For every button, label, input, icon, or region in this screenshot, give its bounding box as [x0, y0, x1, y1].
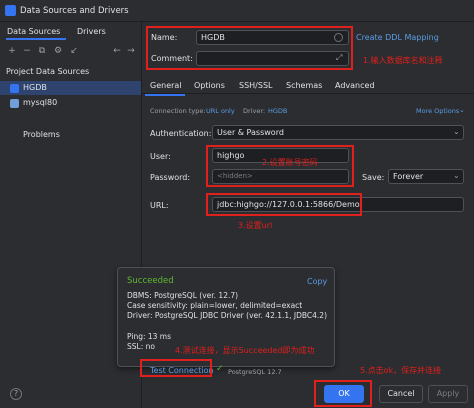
succeeded-status: Succeeded: [127, 276, 174, 286]
chevron-down-icon: ⌄: [453, 171, 460, 180]
authentication-value: User & Password: [217, 128, 284, 137]
driver-label: Driver:: [243, 107, 266, 115]
database-icon: [10, 99, 19, 108]
annotation-box-test: [140, 359, 212, 377]
popup-ping: Ping: 13 ms: [127, 332, 172, 341]
tab-data-sources[interactable]: Data Sources: [7, 27, 60, 36]
authentication-label: Authentication:: [150, 129, 212, 138]
apply-button[interactable]: Apply: [428, 385, 468, 403]
add-icon[interactable]: +: [7, 46, 17, 56]
tab-options[interactable]: Options: [194, 81, 225, 90]
data-source-label: mysql80: [23, 98, 58, 107]
save-value: Forever: [393, 172, 424, 181]
tab-schemas[interactable]: Schemas: [286, 81, 322, 90]
driver-value[interactable]: HGDB: [268, 107, 287, 115]
annotation-box-url: [206, 193, 362, 216]
app-icon: [5, 5, 16, 16]
back-icon[interactable]: ←: [112, 46, 122, 56]
import-icon[interactable]: ↙: [69, 46, 79, 56]
save-label: Save:: [362, 173, 385, 182]
user-label: User:: [150, 152, 171, 161]
active-tab-indicator: [145, 94, 185, 96]
copy-link[interactable]: Copy: [307, 277, 327, 286]
data-source-label: HGDB: [23, 83, 47, 92]
annotation-4: 4.测试连接，显示Succeeded即为成功: [175, 346, 315, 355]
popup-driver: Driver: PostgreSQL JDBC Driver (ver. 42.…: [127, 311, 328, 320]
popup-dbms: DBMS: PostgreSQL (ver. 12.7): [127, 291, 239, 300]
check-icon: ✓: [216, 364, 224, 374]
cancel-button[interactable]: Cancel: [379, 385, 423, 403]
tab-general[interactable]: General: [150, 81, 182, 90]
popup-case-sensitivity: Case sensitivity: plain=lower, delimited…: [127, 301, 303, 310]
annotation-3: 3.设置url: [238, 221, 273, 230]
annotation-2: 2.设置账号密码: [262, 158, 318, 167]
forward-icon[interactable]: →: [126, 46, 136, 56]
create-ddl-mapping-link[interactable]: Create DDL Mapping: [356, 33, 439, 42]
tab-advanced[interactable]: Advanced: [335, 81, 375, 90]
tab-ssh-ssl[interactable]: SSH/SSL: [239, 81, 272, 90]
chevron-down-icon: ⌄: [459, 106, 465, 114]
url-label: URL:: [150, 201, 169, 210]
data-source-item-hgdb[interactable]: [0, 81, 141, 95]
help-button[interactable]: ?: [10, 388, 22, 400]
annotation-5: 5.点击ok，保存并连接: [360, 366, 442, 375]
more-options-link[interactable]: More Options: [416, 107, 459, 115]
connection-type-label: Connection type:: [150, 107, 206, 115]
test-result-version: PostgreSQL 12.7: [228, 368, 282, 376]
database-icon: [10, 84, 19, 93]
chevron-down-icon: ⌄: [453, 127, 460, 136]
remove-icon[interactable]: −: [22, 46, 32, 56]
duplicate-icon[interactable]: ⧉: [37, 46, 47, 56]
connection-type-value[interactable]: URL only: [206, 107, 235, 115]
password-label: Password:: [150, 173, 191, 182]
data-source-item-mysql80[interactable]: [0, 96, 141, 110]
window-title: Data Sources and Drivers: [20, 6, 129, 16]
settings-icon[interactable]: ⚙: [53, 46, 63, 56]
tab-drivers[interactable]: Drivers: [77, 27, 106, 36]
problems-label[interactable]: Problems: [23, 130, 60, 139]
annotation-box-name: [146, 26, 353, 70]
popup-ssl: SSL: no: [127, 342, 155, 351]
annotation-box-ok: [314, 380, 372, 407]
active-tab-indicator: [6, 38, 66, 40]
section-project-data-sources: Project Data Sources: [6, 67, 90, 76]
annotation-1: 1.输入数据库名和注释: [363, 56, 443, 65]
